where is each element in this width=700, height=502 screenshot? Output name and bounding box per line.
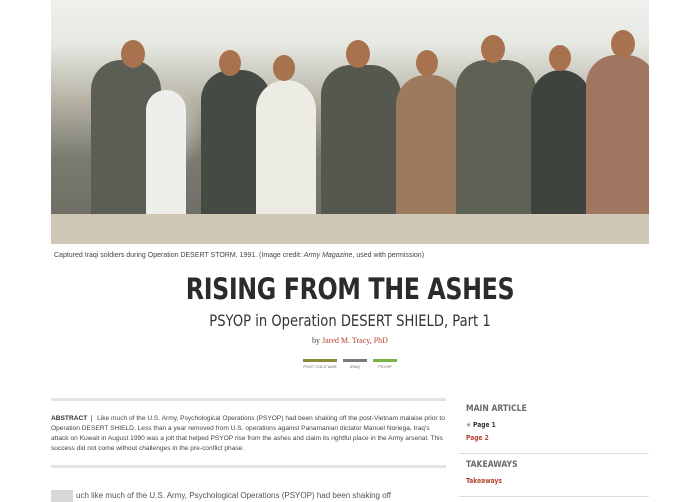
main-article-heading: MAIN ARTICLE [466, 404, 527, 414]
takeaways-link[interactable]: Takeaways [466, 475, 616, 488]
photo-caption: Captured Iraqi soldiers during Operation… [54, 252, 425, 259]
star-icon: ★ [466, 421, 472, 429]
takeaways-section: TAKEAWAYS Takeaways [459, 454, 649, 497]
drop-cap [51, 490, 73, 502]
tag-psyop[interactable]: PSYOP [373, 359, 397, 369]
body-text-preview: uch like much of the U.S. Army, Psycholo… [51, 490, 446, 502]
abstract: ABSTRACT Like much of the U.S. Army, Psy… [51, 398, 446, 468]
hero-photo [51, 0, 649, 244]
page-1-item: ★ Page 1 [466, 421, 496, 429]
abstract-label: ABSTRACT [51, 415, 93, 422]
tag-list: POST COLD WAR IRAQ PSYOP [0, 359, 700, 369]
main-article-section: MAIN ARTICLE ★ Page 1 Page 2 [459, 398, 649, 454]
article-subtitle: PSYOP in Operation DESERT SHIELD, Part 1 [209, 311, 491, 330]
tag-post-cold-war[interactable]: POST COLD WAR [303, 359, 337, 369]
page-2-link[interactable]: Page 2 [466, 432, 616, 445]
takeaways-heading: TAKEAWAYS [466, 460, 518, 470]
article-title: RISING FROM THE ASHES [185, 272, 515, 306]
sidebar: MAIN ARTICLE ★ Page 1 Page 2 TAKEAWAYS Ta… [459, 398, 649, 497]
abstract-text: Like much of the U.S. Army, Psychologica… [51, 415, 445, 452]
byline: by Jared M. Tracy, PhD [312, 336, 388, 345]
author-link[interactable]: Jared M. Tracy, PhD [322, 336, 388, 345]
tag-iraq[interactable]: IRAQ [343, 359, 367, 369]
